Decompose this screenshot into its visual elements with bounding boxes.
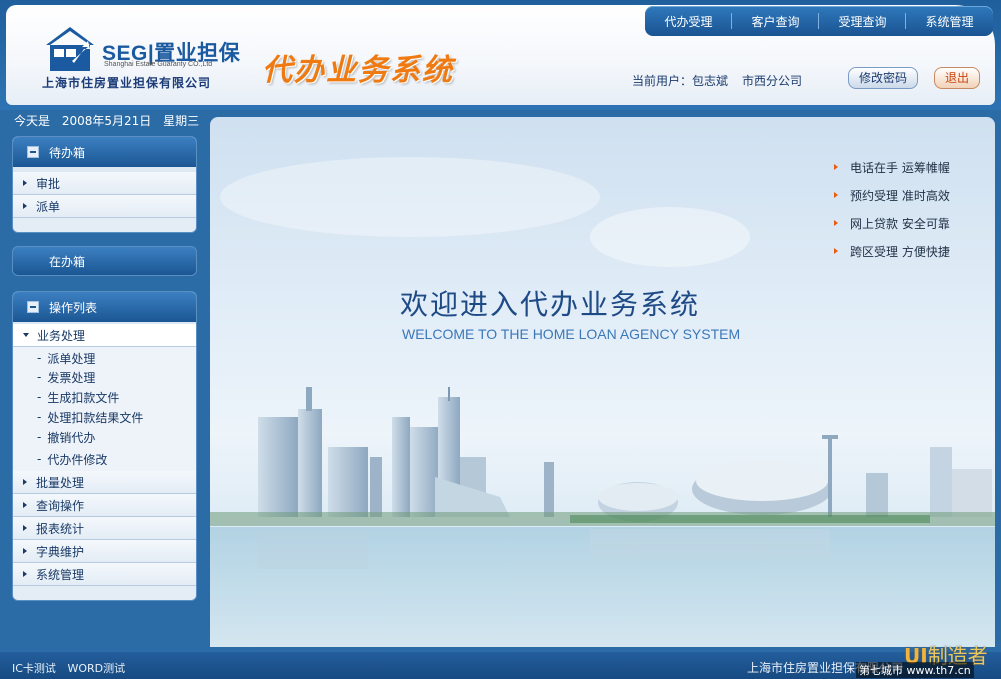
feature-item: 预约受理 准时高效: [834, 181, 950, 209]
welcome-subtitle: WELCOME TO THE HOME LOAN AGENCY SYSTEM: [402, 326, 741, 342]
collapse-icon[interactable]: [27, 301, 39, 313]
arrow-right-icon: [23, 571, 27, 577]
sidebar-item-label: 报表统计: [36, 521, 85, 536]
sidebar-item-label: 系统管理: [36, 567, 85, 582]
arrow-right-icon: [23, 180, 27, 186]
sidebar-item-label: 查询操作: [36, 498, 85, 513]
footer: IC卡测试 WORD测试 上海市住房置业担保有限公司: [0, 652, 1001, 679]
sidebar-item-query[interactable]: 查询操作: [13, 494, 196, 517]
date-display: 今天是 2008年5月21日 星期三: [14, 112, 207, 129]
user-branch: 市西分公司: [742, 74, 803, 88]
inbox-header[interactable]: 待办箱: [13, 137, 196, 167]
sidebar-item-dictionary[interactable]: 字典维护: [13, 540, 196, 563]
arrow-right-icon: [834, 192, 838, 198]
change-password-button[interactable]: 修改密码: [848, 67, 918, 89]
arrow-right-icon: [23, 525, 27, 531]
nav-separator: [731, 13, 733, 29]
arrow-right-icon: [834, 248, 838, 254]
operations-title: 操作列表: [49, 300, 98, 315]
sidebar-item-label: 派单: [36, 199, 61, 214]
header: SEG|置业担保 Shanghai Estate Guaranty CO.,Lt…: [0, 0, 1001, 110]
sidebar-item-reports[interactable]: 报表统计: [13, 517, 196, 540]
inbox-panel: 待办箱 审批 派单: [12, 136, 197, 233]
in-progress-box[interactable]: 在办箱: [12, 246, 197, 276]
ic-card-test-link[interactable]: IC卡测试: [12, 662, 56, 675]
footer-links: IC卡测试 WORD测试: [12, 660, 133, 676]
sidebar-item-label: 批量处理: [36, 475, 85, 490]
watermark-site: 第七城市 www.th7.cn: [856, 662, 974, 678]
word-test-link[interactable]: WORD测试: [67, 662, 125, 675]
logout-button[interactable]: 退出: [934, 67, 980, 89]
feature-list: 电话在手 运筹帷幄 预约受理 准时高效 网上贷款 安全可靠 跨区受理 方便快捷: [834, 153, 950, 265]
sidebar-item-system[interactable]: 系统管理: [13, 563, 196, 586]
nav-customer-query[interactable]: 客户查询: [743, 13, 807, 30]
welcome-panel: 电话在手 运筹帷幄 预约受理 准时高效 网上贷款 安全可靠 跨区受理 方便快捷 …: [210, 117, 995, 647]
sub-item-invoice-handle[interactable]: - 发票处理: [13, 367, 196, 387]
nav-agency-accept[interactable]: 代办受理: [656, 13, 720, 30]
arrow-right-icon: [23, 548, 27, 554]
collapse-icon[interactable]: [27, 146, 39, 158]
arrow-right-icon: [834, 220, 838, 226]
date-label: 今天是: [14, 114, 51, 128]
user-info: 当前用户：包志斌 市西分公司: [632, 72, 802, 89]
sidebar-item-label: 字典维护: [36, 544, 85, 559]
system-title: 代办业务系统: [262, 53, 454, 88]
inbox-title: 待办箱: [49, 145, 86, 160]
in-progress-title: 在办箱: [49, 254, 86, 269]
sidebar-item-batch[interactable]: 批量处理: [13, 471, 196, 494]
sidebar-item-dispatch[interactable]: 派单: [13, 195, 196, 218]
sub-item-generate-debit-file[interactable]: - 生成扣款文件: [13, 387, 196, 407]
nav-system-admin[interactable]: 系统管理: [917, 13, 981, 30]
sidebar-item-label: 审批: [36, 176, 61, 191]
sidebar-item-business[interactable]: 业务处理: [13, 324, 196, 347]
arrow-right-icon: [23, 502, 27, 508]
company-logo: SEG|置业担保 Shanghai Estate Guaranty CO.,Lt…: [42, 23, 252, 93]
current-user: 当前用户：包志斌: [632, 74, 729, 88]
house-logo-icon: [46, 27, 94, 71]
sub-item-cancel-agency[interactable]: - 撤销代办: [13, 427, 196, 447]
arrow-right-icon: [834, 164, 838, 170]
sidebar-item-label: 业务处理: [37, 328, 86, 343]
weekday-value: 星期三: [163, 114, 200, 128]
feature-item: 网上贷款 安全可靠: [834, 209, 950, 237]
nav-separator: [905, 13, 907, 29]
arrow-down-icon: [23, 333, 29, 337]
sub-item-process-debit-result[interactable]: - 处理扣款结果文件: [13, 407, 196, 427]
sub-item-modify-agency[interactable]: - 代办件修改: [13, 447, 196, 471]
sub-item-dispatch-handle[interactable]: - 派单处理: [13, 347, 196, 367]
arrow-right-icon: [23, 479, 27, 485]
brand-en: Shanghai Estate Guaranty CO.,Ltd: [104, 61, 213, 68]
operations-panel: 操作列表 业务处理 - 派单处理 - 发票处理 - 生成扣款文件 - 处理扣款结果文件 …: [12, 291, 197, 601]
feature-item: 跨区受理 方便快捷: [834, 237, 950, 265]
welcome-title: 欢迎进入代办业务系统: [400, 288, 701, 321]
top-nav: 代办受理 客户查询 受理查询 系统管理: [645, 6, 993, 36]
company-name: 上海市住房置业担保有限公司: [42, 76, 212, 90]
arrow-right-icon: [23, 203, 27, 209]
date-value: 2008年5月21日: [61, 114, 152, 128]
nav-accept-query[interactable]: 受理查询: [830, 13, 894, 30]
nav-separator: [818, 13, 820, 29]
sidebar-item-approve[interactable]: 审批: [13, 172, 196, 195]
feature-item: 电话在手 运筹帷幄: [834, 153, 950, 181]
operations-header[interactable]: 操作列表: [13, 292, 196, 322]
